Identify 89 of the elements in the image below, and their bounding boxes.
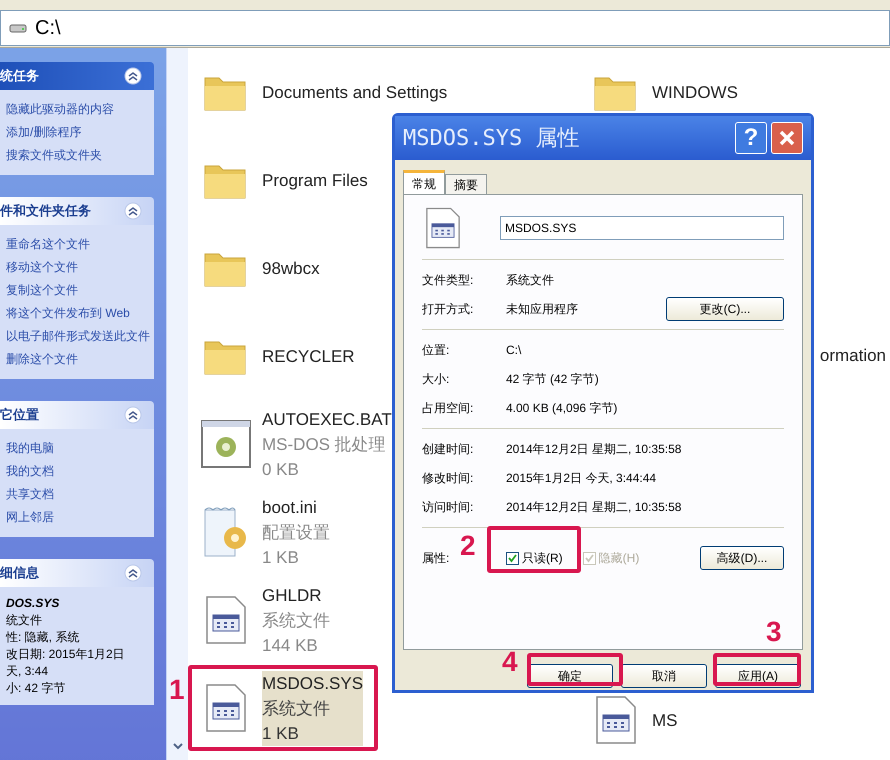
property-label: 文件类型: <box>422 272 474 289</box>
dialog-tab[interactable]: 摘要 <box>445 174 487 194</box>
task-link[interactable]: 我的电脑 <box>6 437 150 460</box>
property-label: 位置: <box>422 342 450 359</box>
task-link[interactable]: 将这个文件发布到 Web <box>6 302 150 325</box>
panel-header[interactable]: 细信息 <box>0 559 154 587</box>
document-icon <box>595 695 637 745</box>
task-link[interactable]: 重命名这个文件 <box>6 233 150 256</box>
step-number: 2 <box>460 532 476 560</box>
task-link[interactable]: 添加/删除程序 <box>6 121 150 144</box>
file-name[interactable]: MS <box>652 708 678 732</box>
check-icon <box>508 554 517 562</box>
file-name[interactable]: 98wbcx <box>262 256 320 280</box>
task-link[interactable]: 删除这个文件 <box>6 348 150 371</box>
property-value: C:\ <box>506 342 522 359</box>
file-name[interactable]: Program Files <box>262 168 368 192</box>
scrollbar[interactable] <box>166 48 188 760</box>
checkbox-label: 隐藏(H) <box>598 550 640 567</box>
collapse-icon[interactable] <box>124 67 142 85</box>
file-name[interactable]: GHLDR <box>262 582 330 608</box>
step-number: 3 <box>766 618 782 646</box>
file-name: ormation <box>820 345 886 368</box>
detail-line: 统文件 <box>6 612 43 629</box>
drive-icon <box>9 22 27 34</box>
property-value: 4.00 KB (4,096 字节) <box>506 400 618 417</box>
document-icon <box>205 595 247 645</box>
detail-line: 改日期: 2015年1月2日 <box>6 646 126 663</box>
detail-name: DOS.SYS <box>6 595 60 612</box>
address-text: C:\ <box>35 16 61 40</box>
task-link[interactable]: 复制这个文件 <box>6 279 150 302</box>
file-name[interactable]: AUTOEXEC.BAT <box>262 406 392 432</box>
property-label: 占用空间: <box>422 400 474 417</box>
help-button[interactable]: ? <box>735 122 767 154</box>
file-name[interactable]: RECYCLER <box>262 344 355 368</box>
file-name[interactable]: boot.ini <box>262 494 330 520</box>
task-link[interactable]: 移动这个文件 <box>6 256 150 279</box>
file-type: MS-DOS 批处理 <box>262 434 387 456</box>
checkbox-label: 只读(R) <box>522 550 563 567</box>
task-link[interactable]: 搜索文件或文件夹 <box>6 144 150 167</box>
dialog-button[interactable]: 高级(D)... <box>700 546 784 570</box>
panel-header[interactable]: 它位置 <box>0 401 154 429</box>
dialog-tab[interactable]: 常规 <box>403 170 445 194</box>
panel-title: 它位置 <box>0 406 39 424</box>
property-label: 打开方式: <box>422 301 474 318</box>
task-link[interactable]: 共享文档 <box>6 483 150 506</box>
document-icon <box>205 683 247 733</box>
step-number: 4 <box>502 648 518 676</box>
panel-title: 统任务 <box>0 67 39 86</box>
task-link[interactable]: 以电子邮件形式发送此文件 <box>6 325 150 348</box>
property-label: 修改时间: <box>422 470 474 487</box>
collapse-icon[interactable] <box>124 406 142 424</box>
detail-line: 性: 隐藏, 系统 <box>6 629 80 646</box>
property-value: 系统文件 <box>506 272 555 289</box>
property-value: 42 字节 (42 字节) <box>506 371 600 388</box>
task-link[interactable]: 网上邻居 <box>6 506 150 529</box>
close-button[interactable] <box>771 122 803 154</box>
property-label: 大小: <box>422 371 450 388</box>
window-title: MSDOS.SYS 属性 <box>403 124 580 152</box>
detail-line: 天, 3:44 <box>6 663 50 680</box>
document-icon <box>425 206 461 250</box>
step-number: 1 <box>169 676 185 704</box>
dialog-button[interactable]: 更改(C)... <box>666 297 784 321</box>
task-link[interactable]: 隐藏此驱动器的内容 <box>6 98 150 121</box>
check-icon <box>584 554 594 562</box>
detail-line: 小: 42 字节 <box>6 680 66 697</box>
file-size: 0 KB <box>262 458 300 480</box>
file-name-field[interactable]: MSDOS.SYS <box>500 216 784 240</box>
panel-title: 细信息 <box>0 564 39 582</box>
property-label: 访问时间: <box>422 499 474 516</box>
checkbox[interactable] <box>506 552 519 564</box>
address-bar[interactable]: C:\ <box>0 10 890 46</box>
file-size: 144 KB <box>262 634 319 656</box>
task-link[interactable]: 我的文档 <box>6 460 150 483</box>
collapse-icon[interactable] <box>124 202 142 220</box>
property-value: 2015年1月2日 今天, 3:44:44 <box>506 470 658 487</box>
dialog-button[interactable]: 取消 <box>621 664 707 688</box>
close-icon <box>778 129 796 147</box>
property-value: 未知应用程序 <box>506 301 579 318</box>
property-label: 创建时间: <box>422 441 474 458</box>
property-label: 属性: <box>422 550 450 567</box>
file-name[interactable]: WINDOWS <box>652 80 738 104</box>
file-size: 1 KB <box>262 546 300 568</box>
file-name[interactable]: Documents and Settings <box>262 80 448 104</box>
file-type: 系统文件 <box>262 610 330 632</box>
collapse-icon[interactable] <box>124 564 142 582</box>
panel-header[interactable]: 统任务 <box>0 62 154 90</box>
file-type: 配置设置 <box>262 522 330 544</box>
property-value: 2014年12月2日 星期二, 10:35:58 <box>506 499 682 516</box>
property-value: 2014年12月2日 星期二, 10:35:58 <box>506 441 682 458</box>
